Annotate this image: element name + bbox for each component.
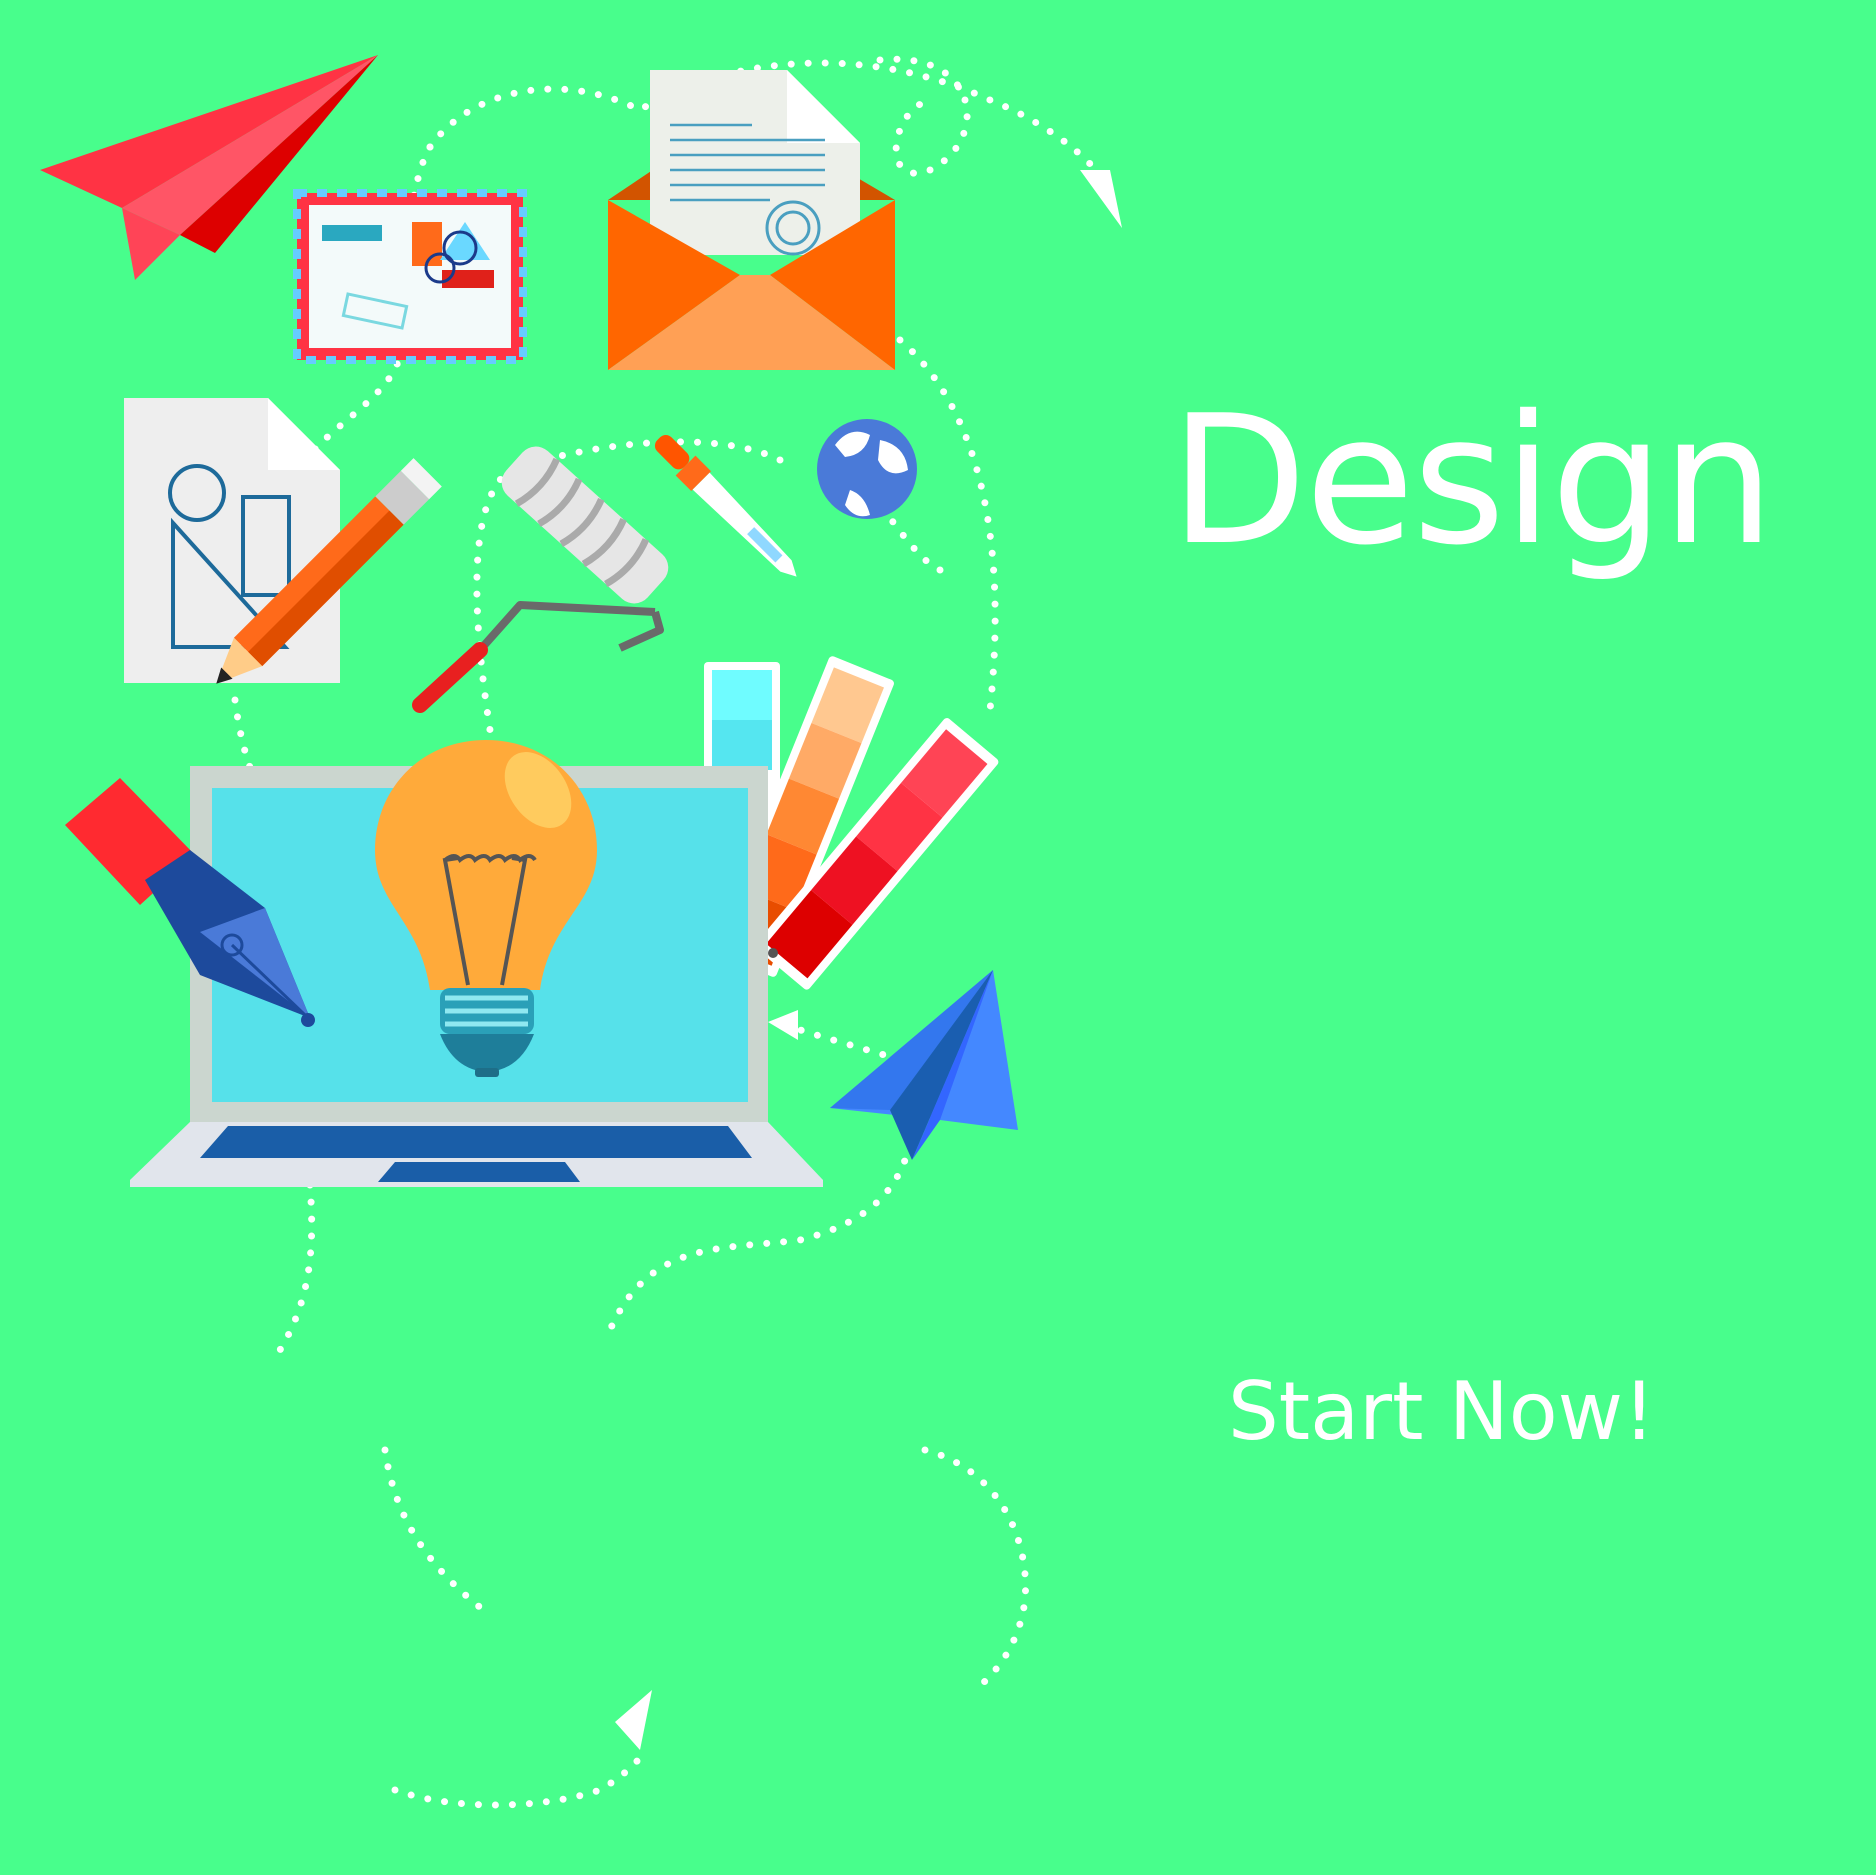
start-now-button[interactable]: Start Now! xyxy=(1228,1372,1655,1452)
headline: Design xyxy=(1170,377,1775,584)
design-banner: Design Start Now! xyxy=(0,0,1876,1875)
paper-plane-blue-icon xyxy=(830,970,1018,1160)
open-envelope-letter-icon xyxy=(608,70,895,370)
paint-roller-icon xyxy=(412,446,669,713)
arrow-head-icon xyxy=(1080,170,1122,228)
illustration xyxy=(40,55,1122,1809)
airmail-envelope-icon xyxy=(293,189,527,364)
arrow-head-icon xyxy=(615,1690,652,1750)
pipette-icon xyxy=(654,434,797,577)
arrow-head-icon xyxy=(768,1010,798,1040)
globe-icon xyxy=(817,419,917,519)
document-geometry-icon xyxy=(124,398,340,683)
